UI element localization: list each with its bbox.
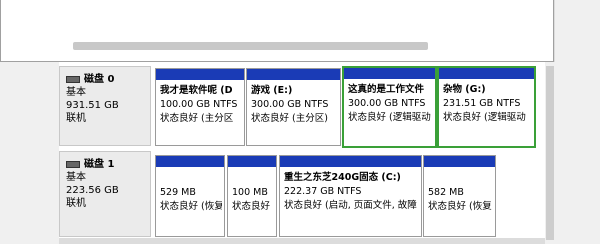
disk-0-status: 联机 xyxy=(66,113,86,124)
partition-size: 529 MB xyxy=(160,187,196,198)
partition-recovery-2[interactable]: 582 MB 状态良好 (恢复 xyxy=(423,155,496,237)
disk-0-size: 931.51 GB xyxy=(66,100,119,111)
partition-bar xyxy=(344,68,435,79)
disk-view-vertical-scrollbar[interactable] xyxy=(545,62,555,244)
partition-status: 状态良好 (逻辑驱动 xyxy=(348,112,431,123)
disk-1-label[interactable]: 磁盘 1 基本 223.56 GB 联机 xyxy=(59,151,151,237)
partition-size: 100.00 GB NTFS xyxy=(160,99,238,110)
partition-bar xyxy=(439,68,534,79)
volume-list-pane[interactable] xyxy=(0,0,554,62)
disk-view-scrollbar-thumb[interactable] xyxy=(546,66,554,240)
partition-bar xyxy=(280,156,421,167)
window-right-edge xyxy=(556,0,600,244)
partition-title: 游戏 (E:) xyxy=(251,85,293,96)
partition-status: 状态良好 (启动, 页面文件, 故障 xyxy=(284,200,417,211)
partition-c[interactable]: 重生之东芝240G固态 (C:) 222.37 GB NTFS 状态良好 (启动… xyxy=(279,155,422,237)
partition-size: 100 MB xyxy=(232,187,268,198)
partition-bar xyxy=(247,69,340,80)
disk-drive-icon xyxy=(66,161,80,168)
disk-0-label[interactable]: 磁盘 0 基本 931.51 GB 联机 xyxy=(59,66,151,146)
partition-status: 状态良好 (恢复 xyxy=(428,201,492,212)
next-disk-row-edge xyxy=(59,238,545,244)
partition-status: 状态良好 (主分区 xyxy=(160,113,234,124)
disk-1-name: 磁盘 1 xyxy=(84,159,115,170)
partition-recovery-1[interactable]: 529 MB 状态良好 (恢复 xyxy=(155,155,225,237)
disk-1-status: 联机 xyxy=(66,198,86,209)
volume-list-horizontal-scrollbar-thumb[interactable] xyxy=(73,42,428,50)
partition-e[interactable]: 游戏 (E:) 300.00 GB NTFS 状态良好 (主分区) xyxy=(246,68,341,146)
partition-title: 我才是软件呢 (D xyxy=(160,85,233,96)
disk-0-name: 磁盘 0 xyxy=(84,74,115,85)
partition-status: 状态良好 (恢复 xyxy=(160,201,222,212)
partition-size: 222.37 GB NTFS xyxy=(284,186,362,197)
partition-title: 杂物 (G:) xyxy=(443,84,486,95)
partition-g-selected[interactable]: 杂物 (G:) 231.51 GB NTFS 状态良好 (逻辑驱动 xyxy=(437,66,536,148)
partition-bar xyxy=(424,156,495,167)
partition-size: 300.00 GB NTFS xyxy=(251,99,329,110)
partition-size: 231.51 GB NTFS xyxy=(443,98,521,109)
disk-0-type: 基本 xyxy=(66,87,86,98)
partition-status: 状态良好 (主分区) xyxy=(251,113,328,124)
partition-status: 状态良好 (逻辑驱动 xyxy=(443,112,526,123)
partition-title: 重生之东芝240G固态 (C:) xyxy=(284,172,401,183)
partition-size: 300.00 GB NTFS xyxy=(348,98,426,109)
disk-drive-icon xyxy=(66,76,80,83)
partition-f-selected[interactable]: 这真的是工作文件 300.00 GB NTFS 状态良好 (逻辑驱动 xyxy=(342,66,437,148)
partition-bar xyxy=(228,156,276,167)
partition-title: 这真的是工作文件 xyxy=(348,84,425,95)
disk-1-size: 223.56 GB xyxy=(66,185,119,196)
partition-bar xyxy=(156,69,244,80)
partition-bar xyxy=(156,156,224,167)
partition-d[interactable]: 我才是软件呢 (D 100.00 GB NTFS 状态良好 (主分区 xyxy=(155,68,245,146)
partition-status: 状态良好 xyxy=(232,201,271,212)
disk-1-type: 基本 xyxy=(66,172,86,183)
partition-size: 582 MB xyxy=(428,187,464,198)
partition-efi[interactable]: 100 MB 状态良好 xyxy=(227,155,277,237)
